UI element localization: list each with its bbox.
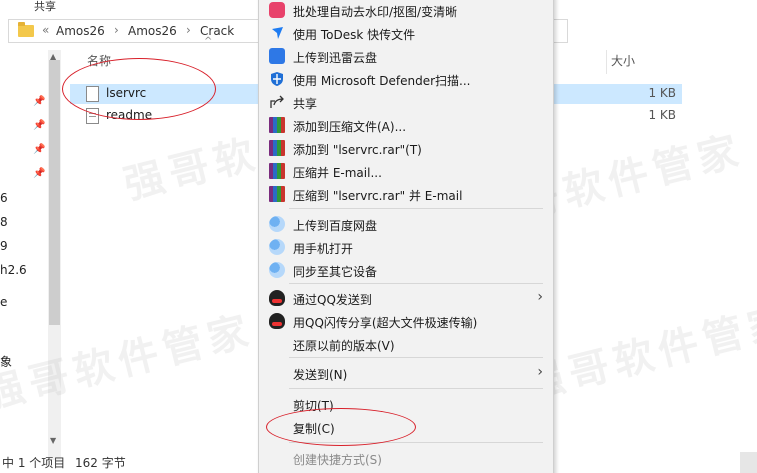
menu-item-label: 剪切(T) [293,399,334,413]
menu-item-label: 压缩到 "lservrc.rar" 并 E-mail [293,189,463,203]
text-file-icon [86,108,99,124]
nav-item[interactable]: 6 [0,191,8,205]
menu-item-xunlei[interactable]: 上传到迅雷云盘 [259,45,553,68]
menu-item-label: 复制(C) [293,422,335,436]
file-name: readme [106,108,153,122]
defender-shield-icon [271,72,283,86]
menu-item-label: 使用 ToDesk 快传文件 [293,28,416,42]
menu-item-compress-email[interactable]: 压缩并 E-mail... [259,160,553,183]
winrar-icon [269,186,285,202]
menu-item-cut[interactable]: 剪切(T) [259,393,553,416]
winrar-icon [269,117,285,133]
menu-item-todesk[interactable]: 使用 ToDesk 快传文件 [259,22,553,45]
qq-icon [269,313,285,329]
image-edit-icon [269,2,285,18]
menu-item-send-via-qq[interactable]: 通过QQ发送到 › [259,287,553,310]
status-selected: 中 1 个项目 [2,456,66,470]
menu-item-send-to[interactable]: 发送到(N) › [259,362,553,385]
menu-item-label: 批处理自动去水印/抠图/变清晰 [293,5,458,19]
xunlei-icon [269,48,285,64]
menu-item-label: 上传到迅雷云盘 [293,51,378,65]
winrar-icon [269,163,285,179]
file-size: 1 KB [648,86,676,100]
menu-item-label: 压缩并 E-mail... [293,166,382,180]
menu-item-compress-rar-email[interactable]: 压缩到 "lservrc.rar" 并 E-mail [259,183,553,206]
menu-separator [289,442,543,443]
menu-item-label: 添加到压缩文件(A)... [293,120,407,134]
menu-item-sync-devices[interactable]: 同步至其它设备 [259,259,553,282]
menu-item-copy[interactable]: 复制(C) [259,416,553,439]
menu-separator [289,208,543,209]
pin-icon[interactable]: 📌 [33,168,45,179]
sort-chevron-icon: ^ [204,36,213,47]
menu-item-add-archive[interactable]: 添加到压缩文件(A)... [259,114,553,137]
todesk-icon [272,27,283,39]
view-toggle[interactable] [740,452,757,473]
baidu-netdisk-icon [269,262,285,278]
column-header-size[interactable]: 大小 [611,52,635,69]
menu-item-label: 共享 [293,97,318,111]
nav-item[interactable]: h2.6 [0,263,27,277]
status-size: 162 字节 [75,456,126,470]
menu-item-label: 还原以前的版本(V) [293,339,395,353]
menu-item-add-to-rar[interactable]: 添加到 "lservrc.rar"(T) [259,137,553,160]
pin-icon[interactable]: 📌 [33,144,45,155]
breadcrumb-item[interactable]: Amos26 [128,24,177,38]
menu-item-qq-flash-share[interactable]: 用QQ闪传分享(超大文件极速传输) [259,310,553,333]
breadcrumb-item[interactable]: Amos26 [56,24,105,38]
breadcrumb-overflow[interactable]: « [42,23,49,37]
file-size: 1 KB [648,108,676,122]
menu-item-label: 添加到 "lservrc.rar"(T) [293,143,422,157]
column-divider[interactable] [606,50,607,74]
folder-icon [18,22,34,37]
menu-item-share[interactable]: 共享 [259,91,553,114]
share-icon [270,95,284,108]
column-header-name[interactable]: 名称 [87,52,111,69]
ribbon-tab-share[interactable]: 共享 [34,0,56,14]
submenu-arrow-icon: › [537,364,543,380]
menu-item-label: 同步至其它设备 [293,265,378,279]
menu-item-label: 创建快捷方式(S) [293,453,382,467]
menu-item-open-on-phone[interactable]: 用手机打开 [259,236,553,259]
scroll-down-icon[interactable]: ▼ [50,436,56,445]
submenu-arrow-icon: › [537,289,543,305]
menu-separator [289,388,543,389]
context-menu: 批处理自动去水印/抠图/变清晰 使用 ToDesk 快传文件 上传到迅雷云盘 使… [258,0,554,473]
menu-separator [289,357,543,358]
nav-scrollbar-thumb[interactable] [49,60,60,325]
breadcrumb-chevron-icon[interactable]: › [114,23,119,37]
nav-item[interactable]: 8 [0,215,8,229]
menu-item-label: 通过QQ发送到 [293,293,372,307]
pin-icon[interactable]: 📌 [33,96,45,107]
status-bar: 中 1 个项目 162 字节 [0,452,260,472]
menu-item-label: 用QQ闪传分享(超大文件极速传输) [293,316,478,330]
menu-separator [289,283,543,284]
breadcrumb-chevron-icon[interactable]: › [186,23,191,37]
menu-item-label: 用手机打开 [293,242,354,256]
file-name: lservrc [106,86,147,100]
menu-item-defender[interactable]: 使用 Microsoft Defender扫描... [259,68,553,91]
baidu-netdisk-icon [269,216,285,232]
baidu-netdisk-icon [269,239,285,255]
nav-item[interactable]: 象 [0,353,12,370]
menu-item-baidu-upload[interactable]: 上传到百度网盘 [259,213,553,236]
menu-item-label: 发送到(N) [293,368,348,382]
nav-item[interactable]: 9 [0,239,8,253]
winrar-icon [269,140,285,156]
qq-icon [269,290,285,306]
pin-icon[interactable]: 📌 [33,120,45,131]
scroll-up-icon[interactable]: ▲ [50,52,56,61]
nav-item[interactable]: e [0,295,7,309]
menu-item-watermark-tool[interactable]: 批处理自动去水印/抠图/变清晰 [259,0,553,22]
file-icon [86,86,99,102]
menu-item-create-shortcut[interactable]: 创建快捷方式(S) [259,447,553,470]
menu-item-label: 上传到百度网盘 [293,219,378,233]
menu-item-restore-versions[interactable]: 还原以前的版本(V) [259,333,553,356]
menu-item-label: 使用 Microsoft Defender扫描... [293,74,471,88]
